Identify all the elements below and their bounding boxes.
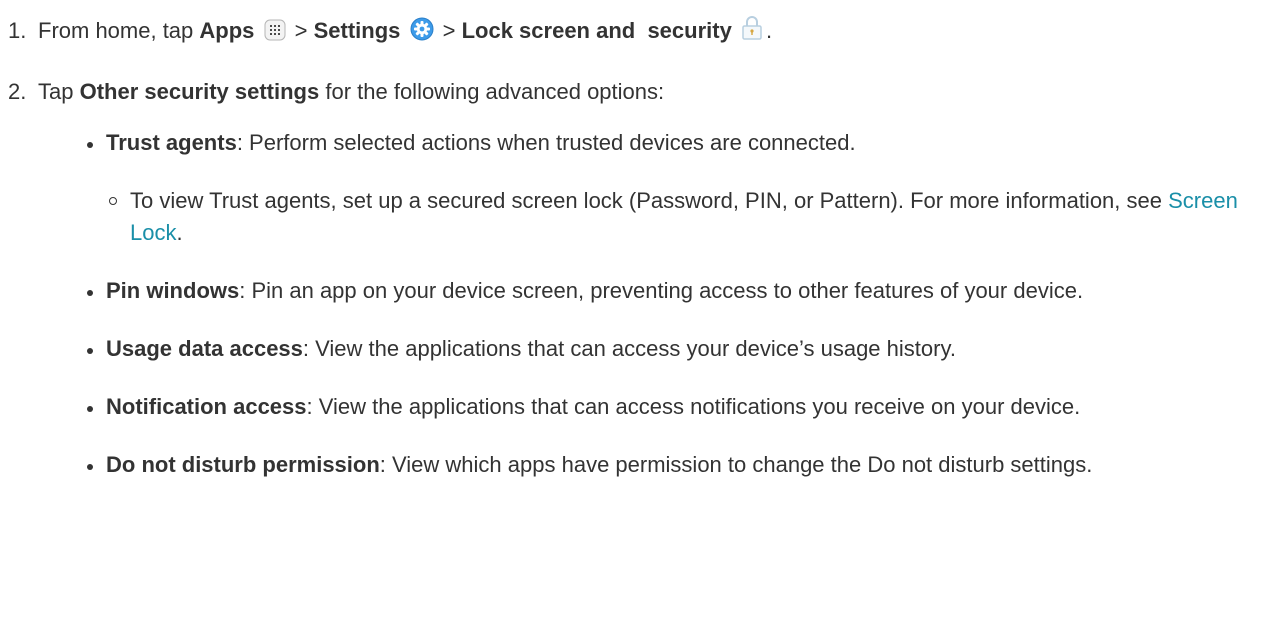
other-security-settings-label: Other security settings [79,79,320,104]
lock-screen-label: Lock screen and security [461,18,732,43]
separator: > [288,18,314,43]
list-item-pin-windows: Pin windows: Pin an app on your device s… [0,275,1266,307]
apps-label: Apps [199,18,255,43]
apps-grid-icon [264,17,286,51]
options-list: Trust agents: Perform selected actions w… [0,127,1266,481]
list-item-usage-data-access: Usage data access: View the applications… [0,333,1266,365]
list-item-notification-access: Notification access: View the applicatio… [0,391,1266,423]
option-term: Notification access [106,394,307,419]
settings-label: Settings [313,18,401,43]
separator: > [436,18,462,43]
option-term: Do not disturb permission [106,452,380,477]
sub-list: To view Trust agents, set up a secured s… [106,185,1266,249]
step-1: 1. From home, tap Apps > Settings > Lock… [0,14,1266,51]
option-desc: : Perform selected actions when trusted … [236,130,856,155]
option-desc: : View the applications that can access … [306,394,1081,419]
step-text: From home, tap [38,18,200,43]
step-text: Tap [38,79,80,104]
option-term: Pin windows [106,278,240,303]
list-item-do-not-disturb-permission: Do not disturb permission: View which ap… [0,449,1266,481]
list-item-trust-agents: Trust agents: Perform selected actions w… [0,127,1266,249]
step-number: 2. [8,79,27,104]
document: 1. From home, tap Apps > Settings > Lock… [0,0,1266,481]
sub-item-end: . [176,220,183,245]
step-2: 2. Tap Other security settings for the f… [0,75,1266,109]
option-desc: : View the applications that can access … [302,336,956,361]
step-text-rest: for the following advanced options: [319,79,665,104]
option-desc: : Pin an app on your device screen, prev… [239,278,1084,303]
lock-icon [741,15,763,51]
step-text-end: . [765,18,773,43]
step-number: 1. [8,18,27,43]
option-term: Usage data access [106,336,303,361]
settings-gear-icon [410,17,434,51]
option-desc: : View which apps have permission to cha… [379,452,1093,477]
sub-item-text: To view Trust agents, set up a secured s… [130,188,1169,213]
option-term: Trust agents [106,130,237,155]
sub-list-item: To view Trust agents, set up a secured s… [106,185,1266,249]
